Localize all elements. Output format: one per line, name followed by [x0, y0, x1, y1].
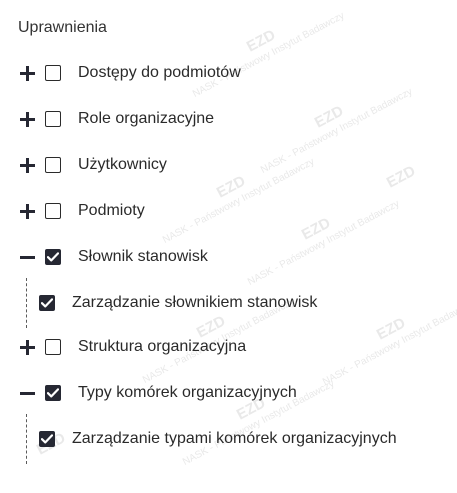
permission-checkbox[interactable] — [45, 249, 61, 265]
child-permission-label[interactable]: Zarządzanie typami komórek organizacyjny… — [72, 430, 397, 448]
collapse-minus-icon[interactable] — [18, 382, 36, 404]
permission-label[interactable]: Słownik stanowisk — [78, 248, 208, 266]
expand-plus-icon[interactable] — [18, 154, 36, 176]
child-permission-checkbox[interactable] — [39, 295, 55, 311]
permission-row: Role organizacyjne — [18, 108, 457, 130]
expand-plus-icon[interactable] — [18, 62, 36, 84]
expand-plus-icon[interactable] — [18, 336, 36, 358]
checkmark-icon — [47, 252, 59, 262]
permission-row: Użytkownicy — [18, 154, 457, 176]
permission-row: Struktura organizacyjna — [18, 336, 457, 358]
permission-label[interactable]: Role organizacyjne — [78, 110, 214, 128]
checkmark-icon — [41, 434, 53, 444]
section-title: Uprawnienia — [18, 19, 107, 36]
permission-checkbox[interactable] — [45, 203, 61, 219]
checkmark-icon — [47, 388, 59, 398]
permission-label[interactable]: Dostępy do podmiotów — [78, 64, 241, 82]
child-permission-group: Zarządzanie słownikiem stanowisk — [18, 278, 457, 328]
child-permission-row: Zarządzanie słownikiem stanowisk — [18, 292, 457, 314]
child-permission-row: Zarządzanie typami komórek organizacyjny… — [18, 428, 457, 450]
permission-row: Dostępy do podmiotów — [18, 62, 457, 84]
permissions-tree: Dostępy do podmiotów Role organizacyjne Uż… — [18, 62, 457, 464]
collapse-minus-icon[interactable] — [18, 246, 36, 268]
permission-label[interactable]: Użytkownicy — [78, 156, 167, 174]
permission-checkbox[interactable] — [45, 111, 61, 127]
permission-label[interactable]: Struktura organizacyjna — [78, 338, 246, 356]
permission-label[interactable]: Typy komórek organizacyjnych — [78, 384, 297, 402]
child-permission-label[interactable]: Zarządzanie słownikiem stanowisk — [72, 294, 317, 312]
child-permission-checkbox[interactable] — [39, 431, 55, 447]
permission-label[interactable]: Podmioty — [78, 202, 145, 220]
permission-row: Słownik stanowisk — [18, 246, 457, 268]
permission-row: Typy komórek organizacyjnych — [18, 382, 457, 404]
child-permission-group: Zarządzanie typami komórek organizacyjny… — [18, 414, 457, 464]
permission-checkbox[interactable] — [45, 385, 61, 401]
checkmark-icon — [41, 298, 53, 308]
permissions-panel: Uprawnienia Dostępy do podmiotów Role org… — [0, 0, 457, 464]
permission-checkbox[interactable] — [45, 157, 61, 173]
permission-checkbox[interactable] — [45, 339, 61, 355]
permission-checkbox[interactable] — [45, 65, 61, 81]
permission-row: Podmioty — [18, 200, 457, 222]
expand-plus-icon[interactable] — [18, 108, 36, 130]
expand-plus-icon[interactable] — [18, 200, 36, 222]
